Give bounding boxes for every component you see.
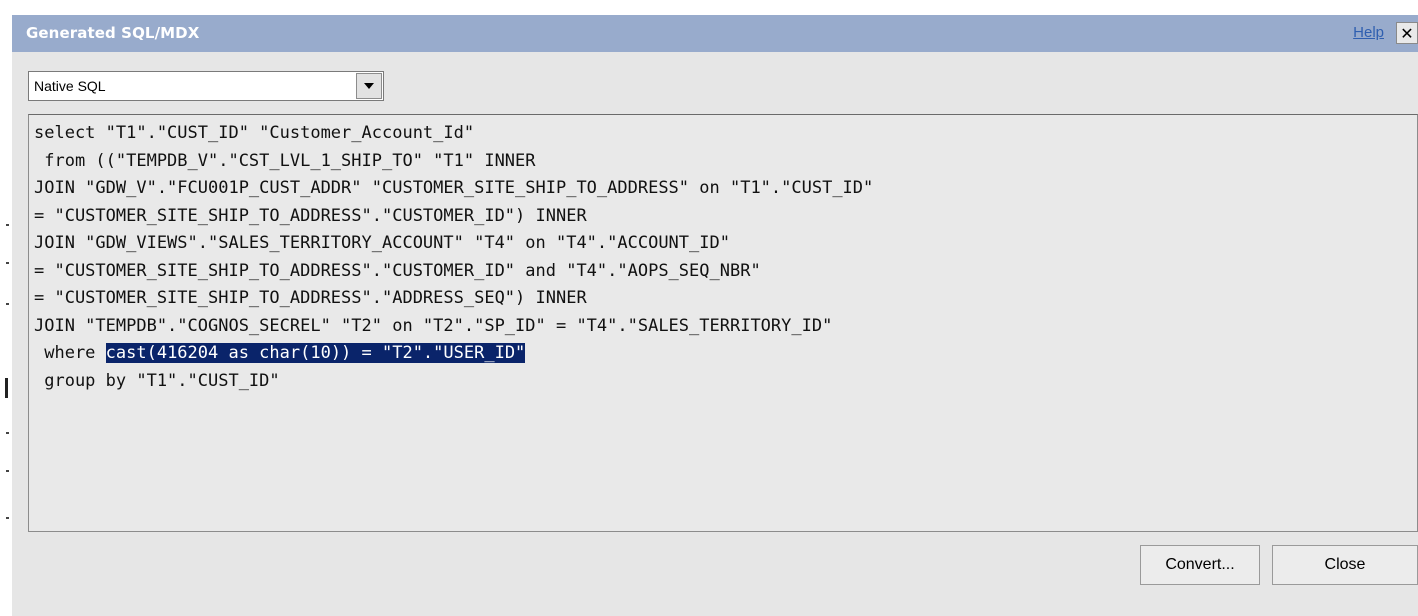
help-link[interactable]: Help	[1353, 24, 1384, 41]
sql-line: JOIN "TEMPDB"."COGNOS_SECREL" "T2" on "T…	[34, 313, 873, 341]
sql-line-text: group by "T1"."CUST_ID"	[34, 370, 280, 391]
sql-line-text: JOIN "TEMPDB"."COGNOS_SECREL" "T2" on "T…	[34, 315, 833, 336]
close-icon[interactable]: ✕	[1396, 22, 1418, 44]
sql-line-text: = "CUSTOMER_SITE_SHIP_TO_ADDRESS"."ADDRE…	[34, 288, 587, 308]
sql-line: group by "T1"."CUST_ID"	[34, 368, 873, 396]
sql-line-text: = "CUSTOMER_SITE_SHIP_TO_ADDRESS"."CUSTO…	[34, 205, 587, 226]
sql-type-value: Native SQL	[34, 78, 106, 94]
sql-line: = "CUSTOMER_SITE_SHIP_TO_ADDRESS"."ADDRE…	[34, 285, 873, 313]
edge-mark	[6, 470, 9, 472]
background-edge	[0, 0, 12, 616]
edge-mark	[6, 262, 9, 264]
sql-line: JOIN "GDW_VIEWS"."SALES_TERRITORY_ACCOUN…	[34, 230, 873, 258]
close-button[interactable]: Close	[1272, 545, 1418, 585]
sql-line-text: select "T1"."CUST_ID" "Customer_Account_…	[34, 123, 475, 143]
sql-line: = "CUSTOMER_SITE_SHIP_TO_ADDRESS"."CUSTO…	[34, 203, 873, 231]
sql-line: where cast(416204 as char(10)) = "T2"."U…	[34, 340, 873, 368]
selected-text: cast(416204 as char(10)) = "T2"."USER_ID…	[105, 343, 526, 363]
sql-line: from (("TEMPDB_V"."CST_LVL_1_SHIP_TO" "T…	[34, 148, 873, 176]
dialog-title-bar[interactable]: Generated SQL/MDX Help ✕	[12, 15, 1418, 52]
sql-text: select "T1"."CUST_ID" "Customer_Account_…	[34, 120, 873, 395]
edge-mark	[6, 303, 9, 305]
convert-button[interactable]: Convert...	[1140, 545, 1260, 585]
edge-mark	[6, 517, 9, 519]
sql-line-text: = "CUSTOMER_SITE_SHIP_TO_ADDRESS"."CUSTO…	[34, 260, 761, 281]
sql-line-text: where	[34, 343, 106, 363]
sql-line-text: from (("TEMPDB_V"."CST_LVL_1_SHIP_TO" "T…	[34, 150, 536, 171]
generated-sql-dialog: Generated SQL/MDX Help ✕ Native SQL sele…	[12, 15, 1418, 616]
sql-line: select "T1"."CUST_ID" "Customer_Account_…	[34, 120, 873, 148]
sql-line: JOIN "GDW_V"."FCU001P_CUST_ADDR" "CUSTOM…	[34, 175, 873, 203]
sql-text-area[interactable]: select "T1"."CUST_ID" "Customer_Account_…	[28, 114, 1418, 532]
sql-type-select[interactable]: Native SQL	[28, 71, 384, 101]
chevron-down-icon	[364, 83, 374, 89]
dialog-title: Generated SQL/MDX	[26, 24, 200, 42]
edge-mark	[6, 224, 9, 226]
edge-mark	[6, 432, 9, 434]
dropdown-button[interactable]	[356, 73, 382, 99]
sql-line-text: JOIN "GDW_V"."FCU001P_CUST_ADDR" "CUSTOM…	[34, 178, 874, 198]
sql-line-text: JOIN "GDW_VIEWS"."SALES_TERRITORY_ACCOUN…	[34, 233, 730, 253]
sql-line: = "CUSTOMER_SITE_SHIP_TO_ADDRESS"."CUSTO…	[34, 258, 873, 286]
edge-mark	[5, 378, 8, 398]
